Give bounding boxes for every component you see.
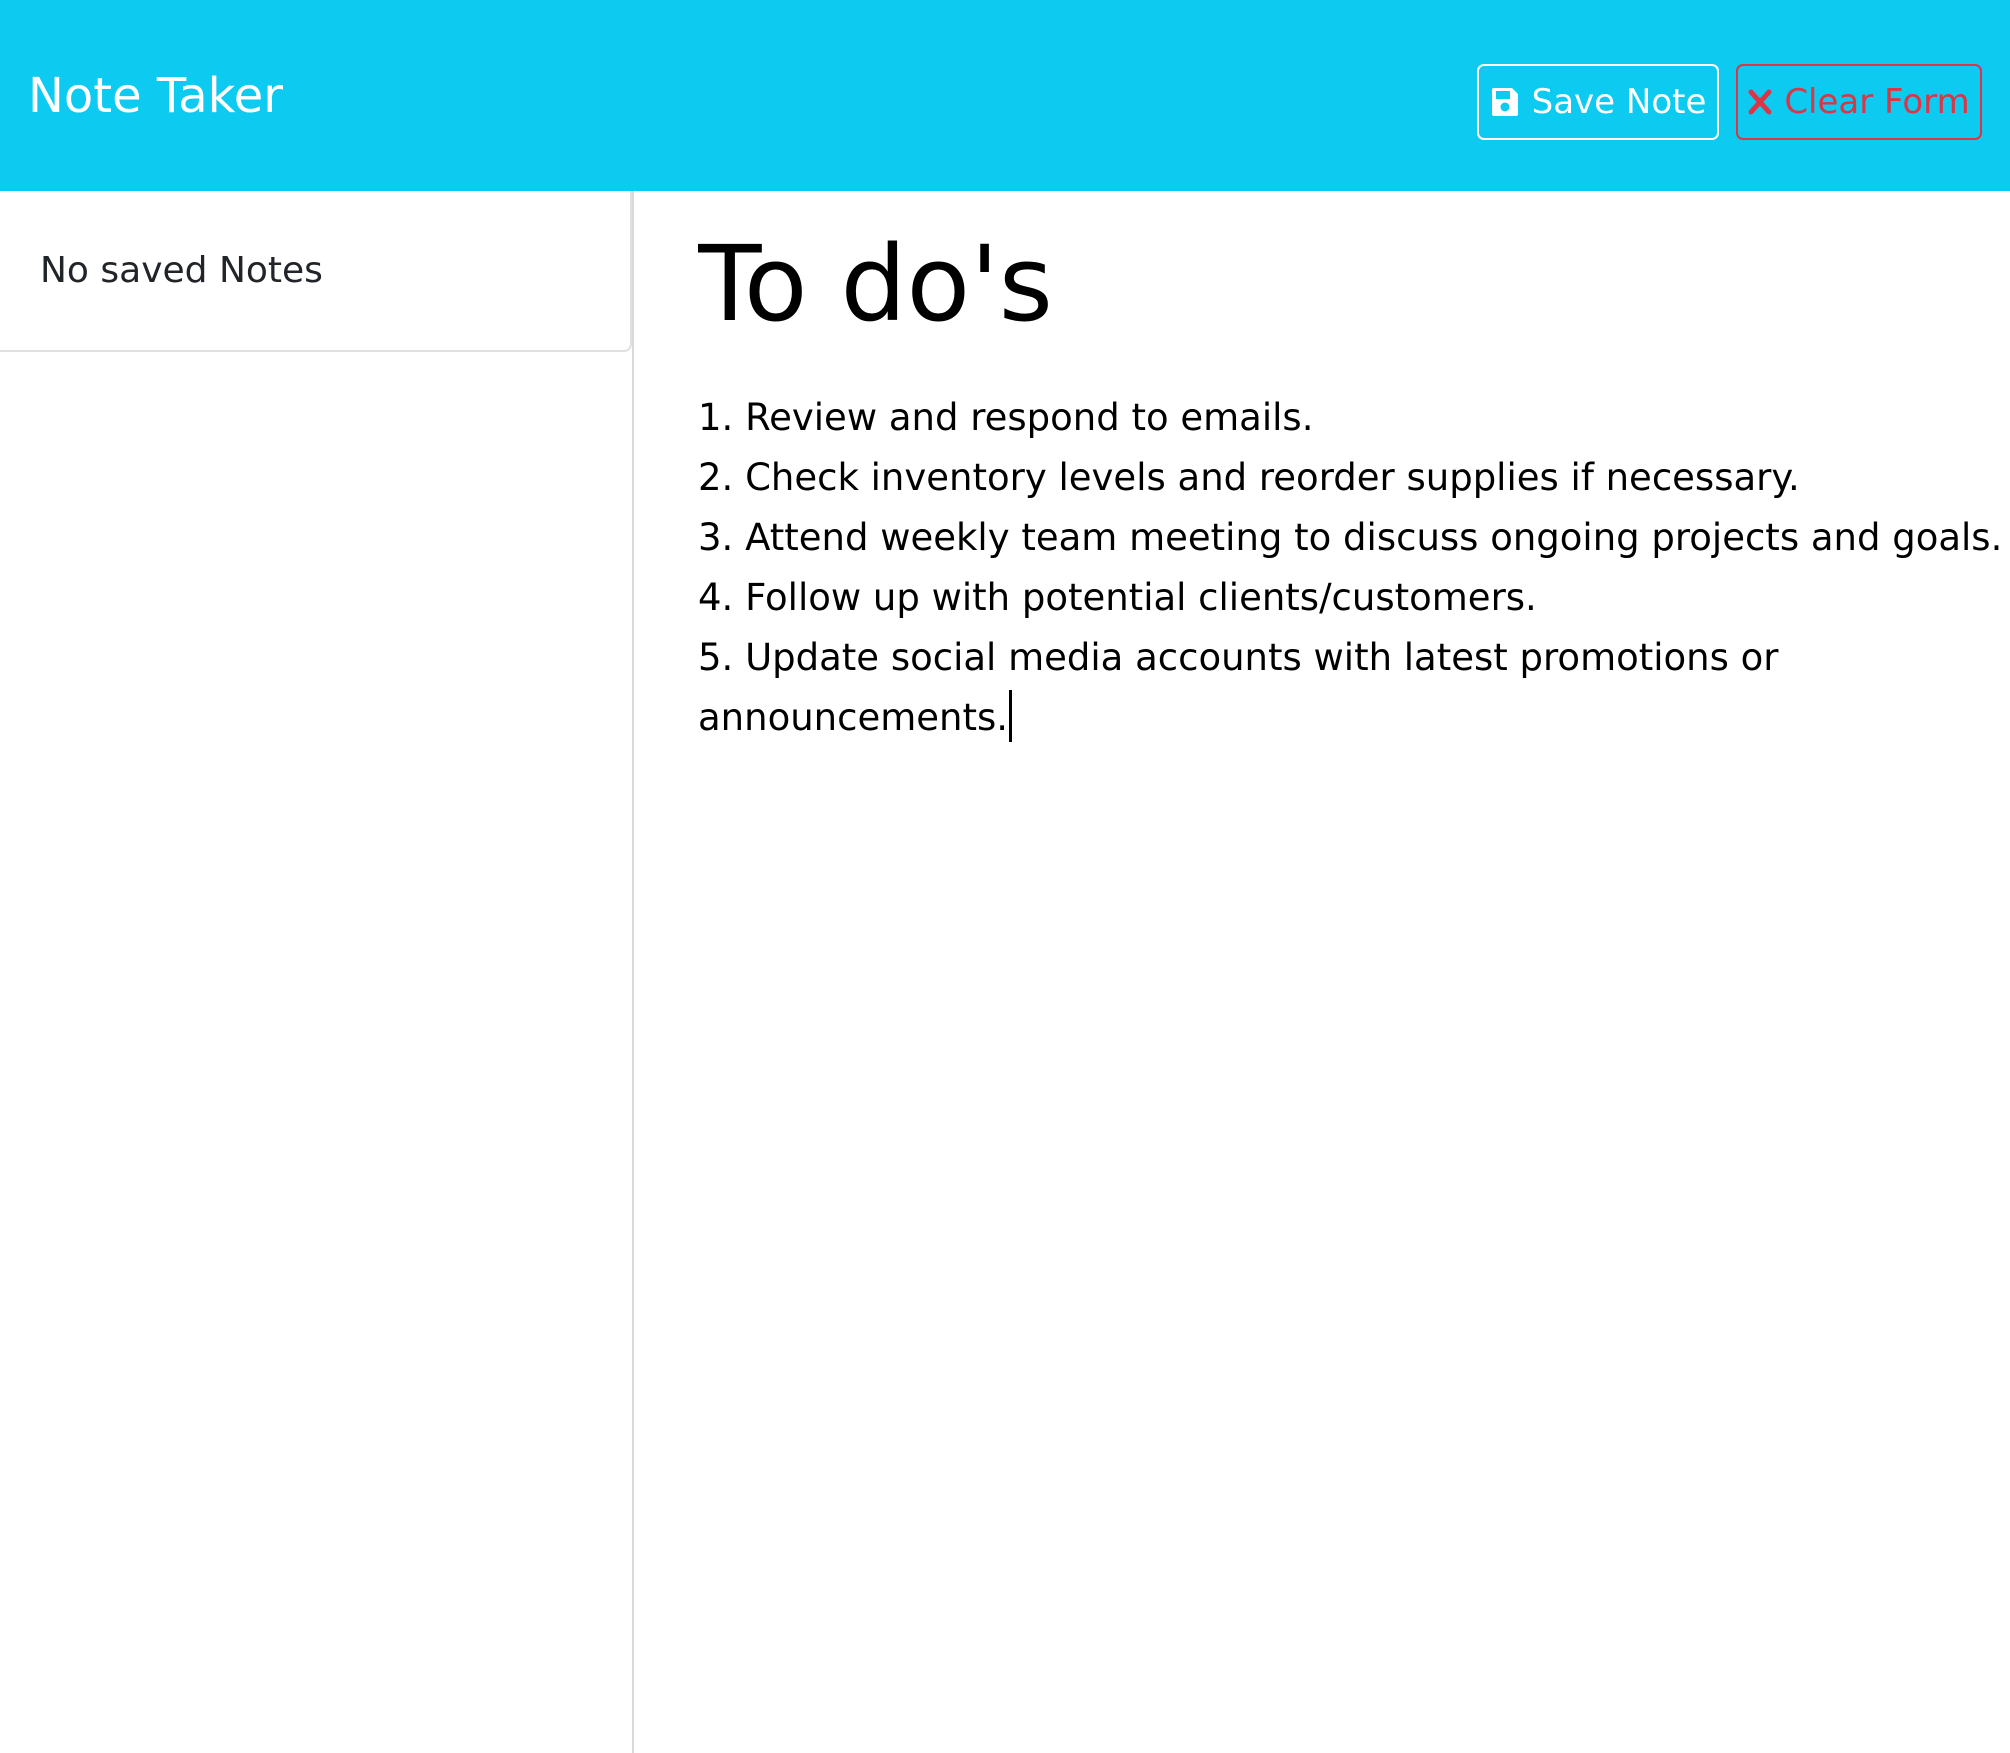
note-line: 4. Follow up with potential clients/cust… bbox=[698, 576, 1537, 619]
clear-form-button[interactable]: Clear Form bbox=[1736, 64, 1982, 140]
note-title-input[interactable] bbox=[698, 219, 1978, 349]
note-line: 5. Update social media accounts with lat… bbox=[698, 636, 1779, 679]
note-line: 1. Review and respond to emails. bbox=[698, 396, 1314, 439]
text-caret bbox=[1009, 690, 1013, 742]
navbar: Note Taker Save Note Clear Form bbox=[0, 0, 2010, 191]
save-note-button[interactable]: Save Note bbox=[1477, 64, 1719, 140]
note-line-last: announcements. bbox=[698, 688, 1988, 748]
floppy-disk-icon bbox=[1490, 86, 1520, 118]
note-line: 3. Attend weekly team meeting to discuss… bbox=[698, 516, 2003, 559]
notes-sidebar: No saved Notes bbox=[0, 191, 634, 1753]
note-editor: 1. Review and respond to emails. 2. Chec… bbox=[636, 191, 2010, 1753]
note-line-text: announcements. bbox=[698, 696, 1009, 739]
empty-notes-message: No saved Notes bbox=[40, 250, 323, 291]
x-icon bbox=[1748, 89, 1772, 115]
note-line: 2. Check inventory levels and reorder su… bbox=[698, 456, 1800, 499]
clear-form-label: Clear Form bbox=[1784, 82, 1970, 122]
app-title[interactable]: Note Taker bbox=[28, 64, 283, 128]
note-text-area[interactable]: 1. Review and respond to emails. 2. Chec… bbox=[698, 388, 2003, 748]
list-item: No saved Notes bbox=[0, 191, 632, 352]
save-note-label: Save Note bbox=[1531, 82, 1707, 122]
